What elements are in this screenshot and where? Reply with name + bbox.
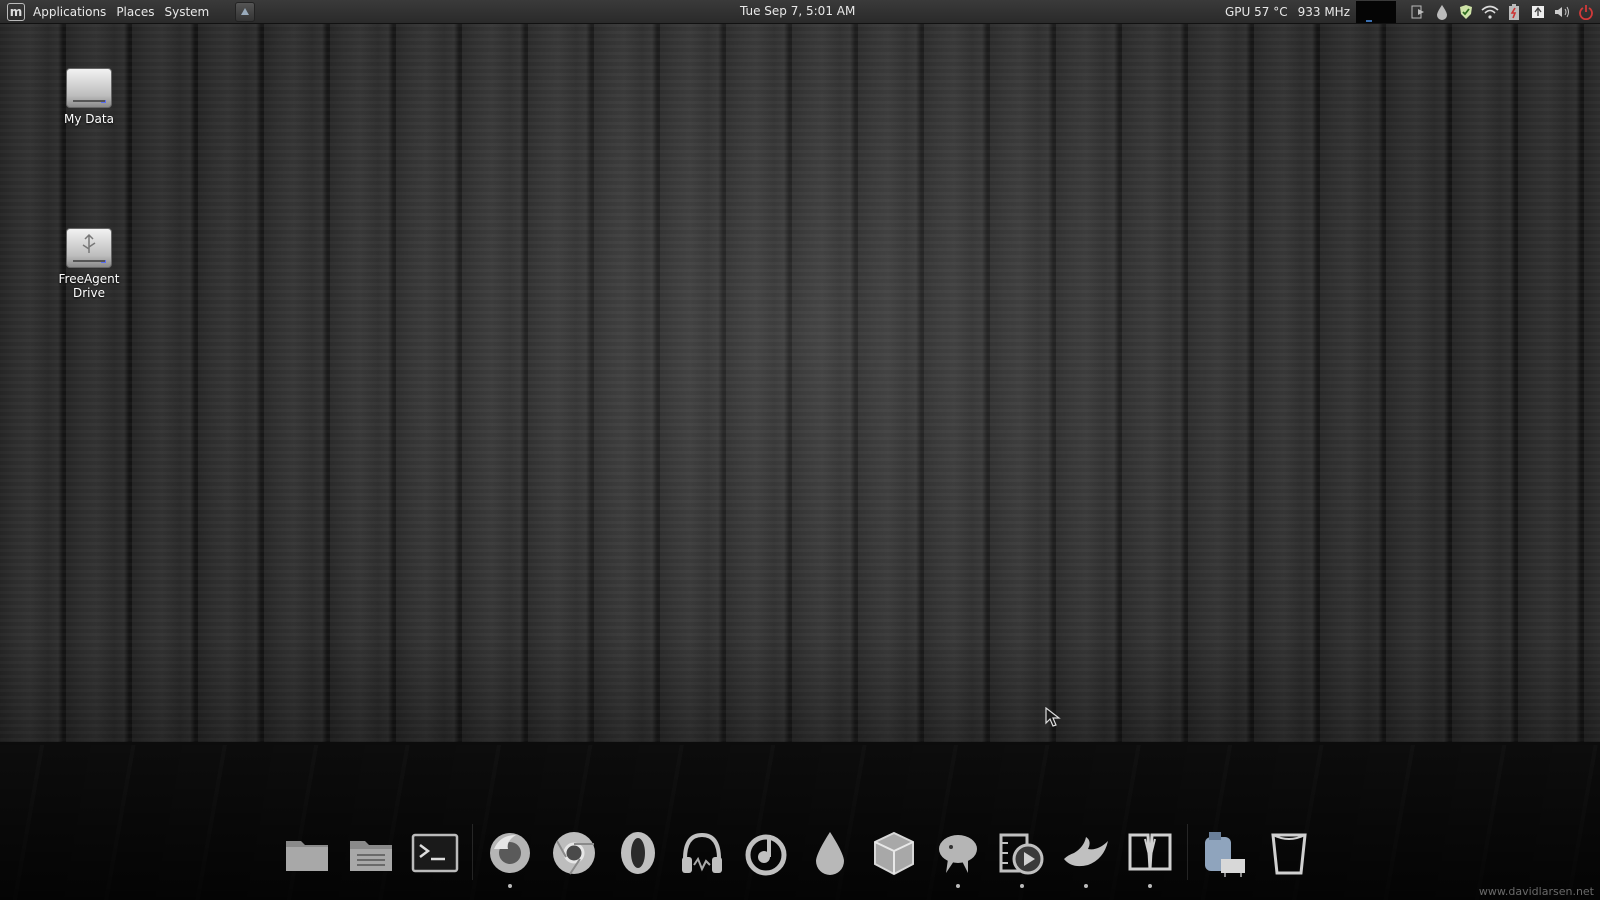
wifi-icon[interactable] <box>1480 2 1500 22</box>
drop-icon[interactable] <box>1432 2 1452 22</box>
desktop-icon-label: My Data <box>64 112 114 126</box>
wallpaper-floor-edge <box>0 742 1600 745</box>
menu-applications[interactable]: Applications <box>33 5 106 19</box>
hard-drive-icon <box>66 68 112 108</box>
media-player-icon[interactable] <box>1408 2 1428 22</box>
dock-item-audio-player[interactable] <box>739 826 793 880</box>
running-indicator <box>508 884 512 888</box>
firefox-icon <box>490 833 530 873</box>
menu-system[interactable]: System <box>164 5 209 19</box>
dock-separator <box>472 824 473 880</box>
dock-separator <box>1187 824 1188 880</box>
menu-places[interactable]: Places <box>116 5 154 19</box>
battery-icon[interactable] <box>1504 2 1524 22</box>
power-icon[interactable] <box>1576 2 1596 22</box>
dock-item-virtualbox[interactable] <box>867 826 921 880</box>
dock-item-terminal[interactable] <box>408 826 462 880</box>
dock-item-music[interactable] <box>675 826 729 880</box>
desktop-icon-my-data[interactable]: My Data <box>44 68 134 126</box>
dock-item-folder[interactable] <box>280 826 334 880</box>
dock-item-video-player[interactable] <box>995 826 1049 888</box>
drop-icon <box>816 832 844 875</box>
dock-item-file-manager[interactable] <box>344 826 398 880</box>
desktop-icon-freeagent-drive[interactable]: FreeAgent Drive <box>44 228 134 300</box>
headphones-icon <box>682 832 722 873</box>
mouse-cursor-icon <box>1045 706 1063 733</box>
gimp-icon <box>1064 837 1108 867</box>
printer-icon <box>1205 832 1245 877</box>
trash-icon <box>1271 833 1307 875</box>
watermark: www.davidlarsen.net <box>1478 885 1594 898</box>
running-indicator <box>1020 884 1024 888</box>
dock-item-printer[interactable] <box>1198 826 1252 880</box>
running-indicator <box>1148 884 1152 888</box>
dock-item-chrome[interactable] <box>547 826 601 880</box>
folder-icon <box>286 841 328 871</box>
package-box-icon <box>874 831 914 876</box>
music-player-icon <box>745 834 787 876</box>
system-monitor-graph[interactable] <box>1356 1 1396 23</box>
video-player-icon <box>999 833 1044 875</box>
usb-drive-icon <box>66 228 112 268</box>
shield-icon[interactable] <box>1456 2 1476 22</box>
dock-item-pidgin[interactable] <box>931 826 985 888</box>
clock[interactable]: Tue Sep 7, 5:01 AM <box>740 4 855 18</box>
panel-right-area: GPU 57 °C 933 MHz <box>1225 0 1596 24</box>
dock-item-trash[interactable] <box>1262 826 1316 880</box>
dock-item-gimp[interactable] <box>1059 826 1113 888</box>
dock-item-book[interactable] <box>1123 826 1177 888</box>
mint-menu-icon[interactable]: m <box>7 2 25 21</box>
dock-item-drop[interactable] <box>803 826 857 880</box>
opera-icon <box>621 832 655 874</box>
dock-item-firefox[interactable] <box>483 826 537 888</box>
book-icon <box>1128 833 1172 871</box>
dock-item-opera[interactable] <box>611 826 665 880</box>
top-panel: m Applications Places System Tue Sep 7, … <box>0 0 1600 24</box>
gpu-temperature: GPU 57 °C <box>1224 5 1288 19</box>
running-indicator <box>956 884 960 888</box>
volume-icon[interactable] <box>1552 2 1572 22</box>
running-indicator <box>1084 884 1088 888</box>
dock <box>280 818 1326 888</box>
pidgin-icon <box>939 835 977 873</box>
file-manager-icon <box>350 841 392 871</box>
panel-launcher-icon[interactable] <box>235 1 256 22</box>
cpu-frequency: 933 MHz <box>1297 5 1350 19</box>
desktop-icon-label: FreeAgent Drive <box>58 272 120 300</box>
chrome-icon <box>553 832 595 875</box>
terminal-icon <box>411 833 459 873</box>
update-icon[interactable] <box>1528 2 1548 22</box>
